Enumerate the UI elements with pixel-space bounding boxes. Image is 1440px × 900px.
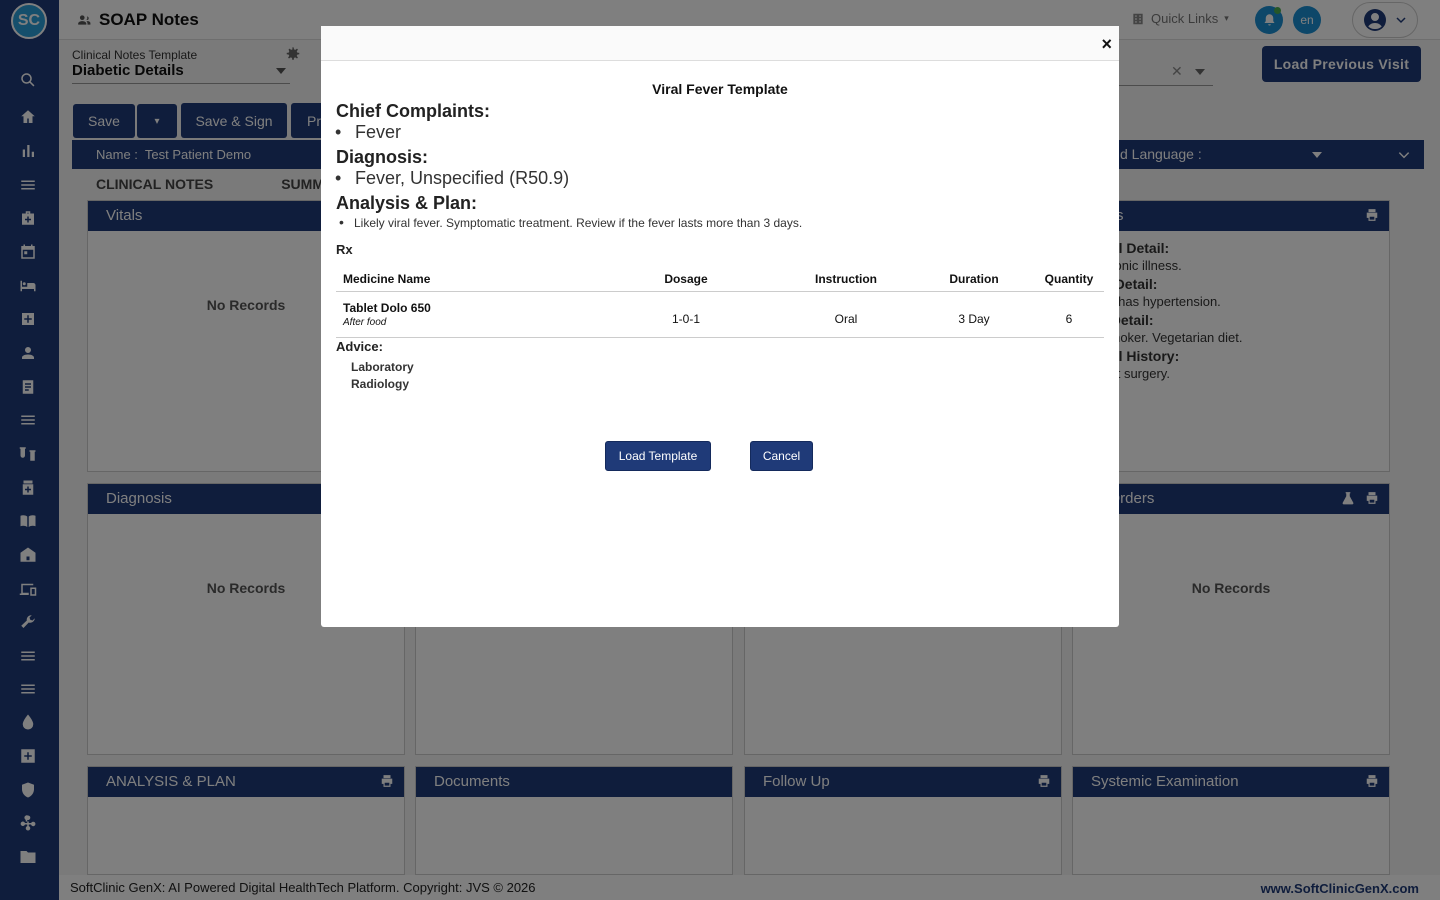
rx-medicine-note: After food — [343, 317, 387, 328]
template-preview-modal: × Viral Fever Template Chief Complaints:… — [321, 26, 1119, 627]
rx-col-dosage: Dosage — [664, 272, 708, 286]
rx-table-header: Medicine Name Dosage Instruction Duratio… — [336, 264, 1104, 292]
analysis-plan-item: Likely viral fever. Symptomatic treatmen… — [339, 214, 802, 230]
rx-medicine: Tablet Dolo 650 After food — [343, 301, 431, 328]
table-row: Tablet Dolo 650 After food 1-0-1 Oral 3 … — [336, 292, 1104, 338]
advice-item: Laboratory — [351, 360, 414, 374]
close-icon[interactable]: × — [1101, 34, 1112, 55]
rx-quantity: 6 — [1065, 312, 1073, 326]
rx-col-instruction: Instruction — [815, 272, 877, 286]
rx-dosage: 1-0-1 — [671, 312, 700, 326]
advice-item: Radiology — [351, 377, 410, 391]
diagnosis-heading: Diagnosis: — [336, 147, 429, 167]
rx-col-duration: Duration — [949, 272, 999, 286]
chief-complaint-item: Fever — [335, 122, 401, 143]
advice-heading: Advice: — [336, 339, 383, 354]
rx-label: Rx — [336, 242, 353, 257]
rx-col-quantity: Quantity — [1044, 272, 1094, 286]
modal-title: Viral Fever Template — [652, 81, 788, 97]
analysis-plan-heading: Analysis & Plan: — [336, 193, 478, 213]
rx-duration: 3 Day — [958, 312, 990, 326]
rx-medicine-name: Tablet Dolo 650 — [343, 301, 431, 315]
cancel-button[interactable]: Cancel — [750, 441, 813, 471]
modal-header: × — [321, 26, 1119, 61]
chief-complaints-heading: Chief Complaints: — [336, 101, 491, 121]
load-template-button[interactable]: Load Template — [605, 441, 711, 471]
diagnosis-item: Fever, Unspecified (R50.9) — [335, 168, 569, 189]
rx-col-name: Medicine Name — [343, 272, 431, 286]
rx-instruction: Oral — [834, 312, 858, 326]
